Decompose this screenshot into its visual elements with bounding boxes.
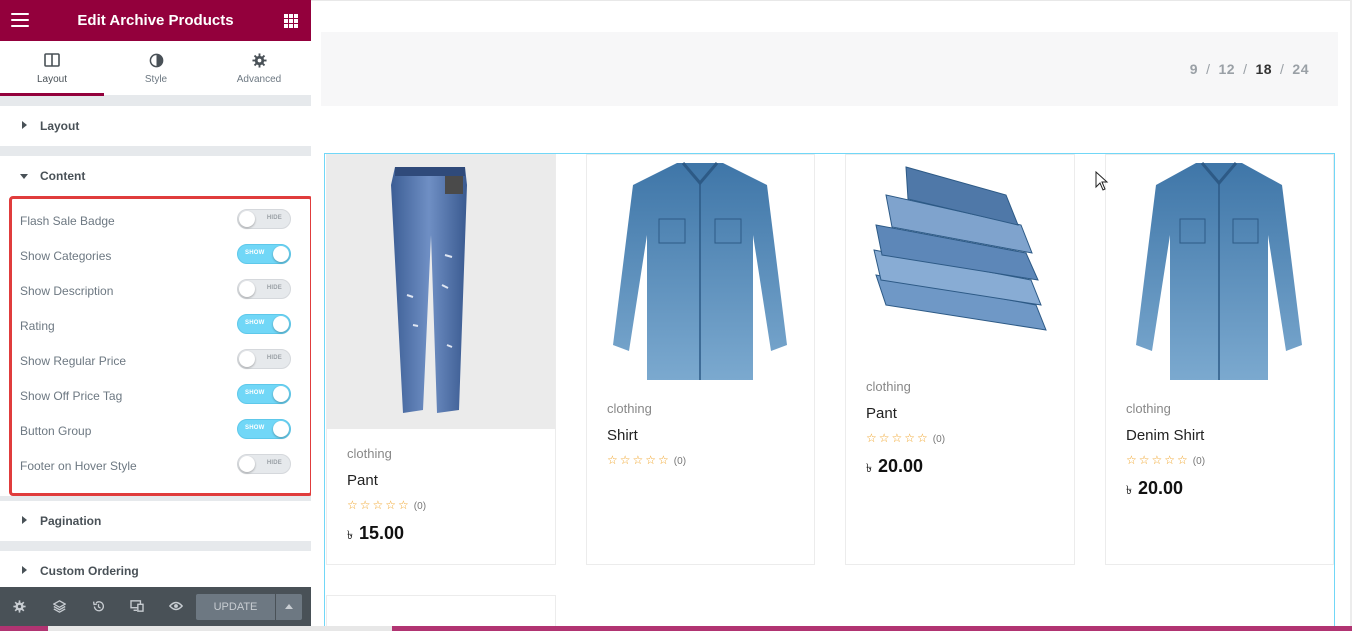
product-title[interactable]: Shirt bbox=[607, 427, 638, 444]
product-card[interactable]: clothing Pant ☆☆☆☆☆ (0) ৳ 20.00 bbox=[845, 154, 1075, 565]
responsive-icon[interactable] bbox=[130, 599, 144, 613]
caret-right-icon bbox=[22, 566, 27, 574]
panel-footer: UPDATE bbox=[0, 587, 311, 626]
control-label: Show Categories bbox=[20, 249, 112, 263]
tab-advanced[interactable]: Advanced bbox=[207, 41, 311, 96]
section-layout[interactable]: Layout bbox=[0, 106, 311, 146]
product-price: ৳ 20.00 bbox=[866, 456, 924, 476]
toggle-switch[interactable]: SHOW bbox=[237, 384, 291, 404]
section-title[interactable]: Content bbox=[40, 169, 85, 183]
per-page-option[interactable]: 24 bbox=[1292, 61, 1309, 77]
product-card[interactable]: clothing Shirt ☆☆☆☆☆ (0) bbox=[586, 154, 815, 565]
product-category[interactable]: clothing bbox=[347, 446, 392, 461]
control-show-regular-price: Show Regular Price HIDE bbox=[20, 349, 292, 373]
rating-stars: ☆☆☆☆☆ (0) bbox=[347, 498, 427, 512]
preview-eye-icon[interactable] bbox=[169, 599, 183, 613]
tab-layout[interactable]: Layout bbox=[0, 41, 104, 96]
archive-toolbar: 9/12/18/24 bbox=[321, 32, 1338, 106]
product-title[interactable]: Pant bbox=[866, 405, 897, 422]
control-show-description: Show Description HIDE bbox=[20, 279, 292, 303]
update-button[interactable]: UPDATE bbox=[196, 594, 275, 620]
per-page-option[interactable]: 12 bbox=[1218, 61, 1235, 77]
widgets-grid-icon[interactable] bbox=[284, 14, 298, 28]
editor-panel: Edit Archive Products Layout Style Advan… bbox=[0, 0, 311, 631]
update-options-button[interactable] bbox=[276, 594, 302, 620]
product-category[interactable]: clothing bbox=[607, 401, 652, 416]
settings-gear-icon[interactable] bbox=[12, 599, 26, 613]
rating-stars: ☆☆☆☆☆ (0) bbox=[1126, 453, 1206, 467]
caret-right-icon bbox=[22, 516, 27, 524]
rating-stars: ☆☆☆☆☆ (0) bbox=[607, 453, 687, 467]
control-rating: Rating SHOW bbox=[20, 314, 292, 338]
toggle-switch[interactable]: SHOW bbox=[237, 244, 291, 264]
section-title: Custom Ordering bbox=[40, 564, 139, 578]
contrast-icon bbox=[104, 53, 208, 69]
toggle-switch[interactable]: SHOW bbox=[237, 314, 291, 334]
control-label: Flash Sale Badge bbox=[20, 214, 115, 228]
control-show-categories: Show Categories SHOW bbox=[20, 244, 292, 268]
panel-tabs: Layout Style Advanced bbox=[0, 41, 311, 96]
toggle-switch[interactable]: HIDE bbox=[237, 454, 291, 474]
product-card[interactable]: clothing Denim Shirt ☆☆☆☆☆ (0) ৳ 20.00 bbox=[1105, 154, 1334, 565]
folded-jeans-image[interactable] bbox=[846, 155, 1074, 365]
denim-shirt-image[interactable] bbox=[1106, 155, 1333, 385]
mouse-cursor-icon bbox=[1095, 171, 1109, 191]
toggle-switch[interactable]: SHOW bbox=[237, 419, 291, 439]
columns-icon bbox=[0, 53, 104, 69]
preview-canvas: 9/12/18/24 clothing Pant ☆☆☆☆☆ (0) ৳ 15.00 bbox=[311, 0, 1352, 631]
gear-icon bbox=[207, 53, 311, 69]
tab-label: Layout bbox=[36, 74, 68, 85]
per-page-selector: 9/12/18/24 bbox=[1189, 61, 1309, 77]
divider bbox=[0, 541, 311, 551]
toggle-switch[interactable]: HIDE bbox=[237, 349, 291, 369]
product-price: ৳ 15.00 bbox=[347, 523, 405, 543]
control-footer-on-hover-style: Footer on Hover Style HIDE bbox=[20, 454, 292, 478]
caret-right-icon bbox=[22, 121, 27, 129]
control-label: Footer on Hover Style bbox=[20, 459, 137, 473]
control-show-off-price-tag: Show Off Price Tag SHOW bbox=[20, 384, 292, 408]
caret-up-icon bbox=[285, 604, 293, 609]
control-label: Rating bbox=[20, 319, 55, 333]
highlight-box bbox=[9, 196, 311, 496]
panel-title: Edit Archive Products bbox=[77, 12, 234, 29]
caret-down-icon[interactable] bbox=[20, 174, 28, 179]
product-price: ৳ 20.00 bbox=[1126, 478, 1184, 498]
tab-style[interactable]: Style bbox=[104, 41, 208, 96]
tab-label: Style bbox=[144, 74, 168, 85]
history-icon[interactable] bbox=[91, 599, 105, 613]
toggle-switch[interactable]: HIDE bbox=[237, 279, 291, 299]
section-title: Pagination bbox=[40, 514, 102, 528]
bottom-progress-bar bbox=[0, 626, 1352, 631]
tab-label: Advanced bbox=[236, 74, 282, 85]
product-title[interactable]: Denim Shirt bbox=[1126, 427, 1204, 444]
product-category[interactable]: clothing bbox=[866, 379, 911, 394]
control-label: Show Off Price Tag bbox=[20, 389, 123, 403]
product-card[interactable]: clothing Pant ☆☆☆☆☆ (0) ৳ 15.00 bbox=[326, 154, 556, 565]
control-button-group: Button Group SHOW bbox=[20, 419, 292, 443]
product-title[interactable]: Pant bbox=[347, 472, 378, 489]
section-custom-ordering[interactable]: Custom Ordering bbox=[0, 551, 311, 591]
per-page-option[interactable]: 9 bbox=[1190, 61, 1198, 77]
panel-header: Edit Archive Products bbox=[0, 0, 311, 41]
layers-icon[interactable] bbox=[52, 599, 66, 613]
rating-stars: ☆☆☆☆☆ (0) bbox=[866, 431, 946, 445]
section-title: Layout bbox=[40, 119, 80, 133]
control-label: Show Description bbox=[20, 284, 114, 298]
control-label: Show Regular Price bbox=[20, 354, 127, 368]
elementor-editor: Edit Archive Products Layout Style Advan… bbox=[0, 0, 1352, 631]
per-page-option-active[interactable]: 18 bbox=[1255, 61, 1272, 77]
toggle-switch[interactable]: HIDE bbox=[237, 209, 291, 229]
jeans-image[interactable] bbox=[327, 155, 555, 429]
section-pagination[interactable]: Pagination bbox=[0, 501, 311, 541]
product-category[interactable]: clothing bbox=[1126, 401, 1171, 416]
control-label: Button Group bbox=[20, 424, 92, 438]
denim-shirt-image[interactable] bbox=[587, 155, 814, 385]
control-flash-sale-badge: Flash Sale Badge HIDE bbox=[20, 209, 292, 233]
